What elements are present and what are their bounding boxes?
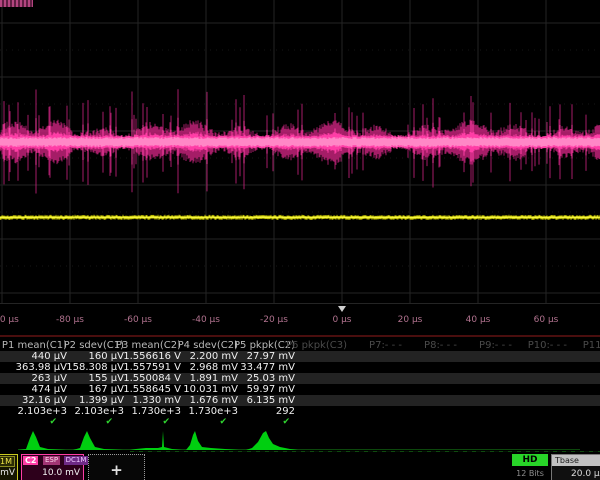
- hd-bits-label: 12 Bits: [510, 469, 550, 478]
- measure-cell: 292: [276, 406, 295, 417]
- waveform-display[interactable]: [0, 0, 600, 304]
- measure-header-unused[interactable]: P6 pkpk(C3): [286, 340, 347, 351]
- c2-esp-badge: ESP: [43, 456, 60, 465]
- c2-badge-row: C2 ESP DC1M: [23, 456, 88, 465]
- table-row: 363.98 µV158.308 µV1.557591 V 2.968 mV33.…: [0, 362, 600, 373]
- measure-cell: 59.97 mV: [247, 384, 295, 395]
- table-row: 263 µV 155 µV1.550084 V 1.891 mV 25.03 mV: [0, 373, 600, 384]
- c2-coupling-badge: DC1M: [64, 456, 89, 465]
- measure-header[interactable]: P4 sdev(C2): [178, 340, 238, 351]
- table-row: ✔ ✔ ✔ ✔ ✔: [0, 417, 600, 428]
- measure-cell: 33.477 mV: [240, 362, 295, 373]
- timebase-scale: 20.0 µs: [571, 469, 600, 479]
- status-check-icon: ✔: [105, 417, 113, 428]
- c2-channel-badge: C2: [23, 456, 38, 465]
- measure-cell: 1.676 mV: [190, 395, 238, 406]
- measure-cell: 1.558645 V: [123, 384, 181, 395]
- table-row: 440 µV 160 µV1.556616 V 2.200 mV 27.97 mV: [0, 351, 600, 362]
- measure-cell: 25.03 mV: [247, 373, 295, 384]
- c1-descriptor[interactable]: DC1M 0 mV: [0, 454, 18, 480]
- measure-cell: 158.308 µV: [66, 362, 124, 373]
- measure-header-unused[interactable]: P10:- - -: [528, 340, 567, 351]
- measure-cell: 1.556616 V: [123, 351, 181, 362]
- table-row: P1 mean(C1)P2 sdev(C1)P3 mean(C2)P4 sdev…: [0, 340, 600, 351]
- status-check-icon: ✔: [219, 417, 227, 428]
- status-check-icon: ✔: [162, 417, 170, 428]
- time-tick-label: 20 µs: [388, 315, 432, 325]
- time-axis: -100 µs -80 µs -60 µs -40 µs -20 µs 0 µs 20 µs…: [0, 304, 600, 335]
- measure-cell: 1.730e+3: [131, 406, 181, 417]
- measure-cell: 263 µV: [32, 373, 67, 384]
- measure-cell: 2.200 mV: [190, 351, 238, 362]
- measure-cell: 27.97 mV: [247, 351, 295, 362]
- c1-scale: 0 mV: [0, 468, 15, 478]
- table-row: 474 µV 167 µV1.558645 V10.031 mV 59.97 mV: [0, 384, 600, 395]
- parameter-histicons[interactable]: [0, 429, 600, 452]
- plus-icon: +: [89, 463, 144, 478]
- measure-cell: 474 µV: [32, 384, 67, 395]
- measure-cell: 1.557591 V: [123, 362, 181, 373]
- measure-header-unused[interactable]: P11:- - -: [583, 340, 600, 351]
- trigger-position-marker[interactable]: [338, 306, 346, 312]
- measure-header[interactable]: P1 mean(C1): [2, 340, 67, 351]
- measure-header-unused[interactable]: P7:- - -: [369, 340, 402, 351]
- descriptor-bar: DC1M 0 mV C2 ESP DC1M 10.0 mV + HD 12 Bi…: [0, 452, 600, 480]
- waveform-traces: [0, 0, 600, 304]
- measure-cell: 363.98 µV: [16, 362, 67, 373]
- timebase-descriptor[interactable]: Tbase 20.0 µs: [551, 454, 600, 480]
- c2-scale: 10.0 mV: [42, 468, 80, 478]
- time-tick-label: 40 µs: [456, 315, 500, 325]
- measure-cell: 1.399 µV: [79, 395, 124, 406]
- table-row: 2.103e+3 2.103e+3 1.730e+3 1.730e+3 292: [0, 406, 600, 417]
- measure-header-unused[interactable]: P9:- - -: [479, 340, 512, 351]
- c1-coupling-badge: DC1M: [0, 456, 15, 467]
- status-check-icon: ✔: [49, 417, 57, 428]
- time-tick-label: 60 µs: [524, 315, 568, 325]
- hd-mode-badge[interactable]: HD: [512, 454, 548, 466]
- measure-cell: 160 µV: [89, 351, 124, 362]
- measure-cell: 155 µV: [89, 373, 124, 384]
- c2-descriptor[interactable]: C2 ESP DC1M 10.0 mV: [21, 454, 84, 480]
- measure-cell: 2.103e+3: [17, 406, 67, 417]
- oscilloscope-screen: -100 µs -80 µs -60 µs -40 µs -20 µs 0 µs 20 µs…: [0, 0, 600, 480]
- add-trace-box[interactable]: +: [88, 454, 145, 480]
- measure-cell: 167 µV: [89, 384, 124, 395]
- time-tick-label: -20 µs: [252, 315, 296, 325]
- measure-cell: 1.330 mV: [133, 395, 181, 406]
- measure-cell: 32.16 µV: [22, 395, 67, 406]
- measure-cell: 440 µV: [32, 351, 67, 362]
- time-tick-label: -80 µs: [48, 315, 92, 325]
- timebase-title: Tbase: [552, 455, 600, 466]
- measure-cell: 2.968 mV: [190, 362, 238, 373]
- table-row: 32.16 µV 1.399 µV 1.330 mV 1.676 mV 6.135 mV: [0, 395, 600, 406]
- measure-cell: 10.031 mV: [183, 384, 238, 395]
- time-tick-label: 0 µs: [320, 315, 364, 325]
- measure-header-unused[interactable]: P8:- - -: [424, 340, 457, 351]
- measure-cell: 1.730e+3: [188, 406, 238, 417]
- time-tick-label: -40 µs: [184, 315, 228, 325]
- measure-header[interactable]: P3 mean(C2): [116, 340, 181, 351]
- measure-cell: 6.135 mV: [247, 395, 295, 406]
- time-tick-label: -100 µs: [0, 315, 24, 325]
- status-check-icon: ✔: [282, 417, 290, 428]
- measure-table: P1 mean(C1)P2 sdev(C1)P3 mean(C2)P4 sdev…: [0, 337, 600, 429]
- time-tick-label: -60 µs: [116, 315, 160, 325]
- trace-label-badge: [0, 0, 33, 7]
- measure-cell: 2.103e+3: [74, 406, 124, 417]
- measure-cell: 1.891 mV: [190, 373, 238, 384]
- measure-cell: 1.550084 V: [123, 373, 181, 384]
